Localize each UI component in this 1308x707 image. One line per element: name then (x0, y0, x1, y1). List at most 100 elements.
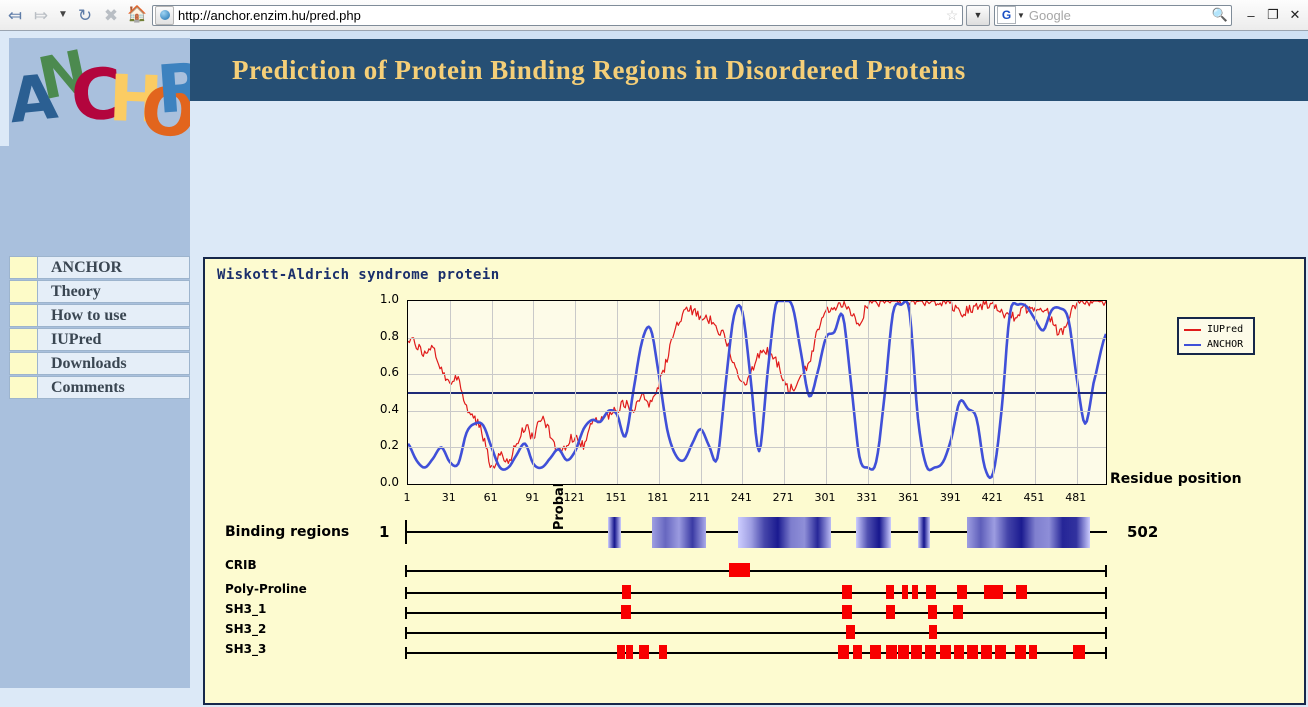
y-axis-tick: 0.0 (379, 475, 399, 489)
motif-label: CRIB (225, 558, 257, 572)
maximize-button[interactable]: ❐ (1262, 7, 1284, 23)
motif-mark (952, 605, 963, 619)
binding-start-position: 1 (379, 523, 390, 541)
sidebar-bullet-icon (10, 305, 38, 326)
legend-label: IUPred (1207, 324, 1244, 335)
threshold-line (408, 391, 1106, 394)
x-axis-tick: 301 (814, 491, 836, 504)
motif-track (405, 563, 1107, 577)
sidebar-item-label: Comments (51, 378, 125, 396)
grid-line-v (491, 301, 493, 484)
back-arrow-icon[interactable]: ⤆ (2, 2, 28, 28)
grid-line-v (784, 301, 786, 484)
url-text: http://anchor.enzim.hu/pred.php (178, 7, 361, 23)
motif-track-start-tick (405, 647, 407, 659)
sidebar-item-comments[interactable]: Comments (9, 376, 190, 399)
history-dropdown-icon[interactable]: ▼ (54, 2, 72, 28)
sidebar-item-label: ANCHOR (51, 258, 123, 276)
sidebar-item-anchor[interactable]: ANCHOR (9, 256, 190, 279)
x-axis-tick: 61 (483, 491, 498, 504)
home-icon[interactable]: 🏠 (124, 2, 150, 28)
minimize-button[interactable]: – (1240, 8, 1262, 23)
motif-track-end-tick (1105, 565, 1107, 577)
motif-mark (940, 645, 952, 659)
motif-mark (1028, 645, 1037, 659)
motif-mark (885, 605, 896, 619)
legend-item-anchor: ANCHOR (1184, 337, 1253, 352)
x-axis-tick: 31 (441, 491, 456, 504)
motif-mark (1015, 585, 1028, 599)
motif-mark (910, 645, 923, 659)
grid-line-h (408, 447, 1106, 449)
sidebar-item-how-to-use[interactable]: How to use (9, 304, 190, 327)
close-button[interactable]: ✕ (1284, 7, 1306, 23)
grid-line-v (742, 301, 744, 484)
motif-mark (926, 585, 937, 599)
magnifier-icon[interactable]: 🔍 (1209, 7, 1231, 23)
grid-line-v (909, 301, 911, 484)
chart-legend: IUPred ANCHOR (1177, 317, 1255, 355)
chevron-down-icon[interactable]: ▼ (966, 4, 990, 26)
x-axis-tick: 91 (525, 491, 540, 504)
motif-mark (902, 585, 909, 599)
motif-track (405, 645, 1107, 659)
y-axis-tick: 0.4 (379, 401, 399, 416)
x-axis-tick: 451 (1023, 491, 1045, 504)
forward-arrow-icon[interactable]: ⤇ (28, 2, 54, 28)
sidebar-item-label: Theory (51, 282, 101, 300)
motif-mark (929, 625, 938, 639)
motif-mark (927, 605, 938, 619)
motif-track-end-tick (1105, 587, 1107, 599)
motif-mark (980, 645, 993, 659)
motif-track-end-tick (1105, 627, 1107, 639)
site-logo[interactable]: ANCHOR (0, 31, 190, 146)
plot-canvas (407, 300, 1107, 485)
x-axis-tick: 241 (730, 491, 752, 504)
sidebar-item-theory[interactable]: Theory (9, 280, 190, 303)
motif-mark (924, 645, 937, 659)
sidebar-bullet-icon (10, 329, 38, 350)
binding-regions-row: Binding regions 1 502 (205, 514, 1308, 554)
motif-mark (622, 585, 631, 599)
motif-track-start-tick (405, 587, 407, 599)
logo-image: ANCHOR (9, 38, 190, 146)
motif-label: SH3_2 (225, 622, 267, 636)
grid-line-v (1034, 301, 1036, 484)
x-axis-tick: 181 (647, 491, 669, 504)
motif-row: SH3_1 (205, 601, 1308, 621)
address-bar[interactable]: http://anchor.enzim.hu/pred.php ☆ (152, 4, 963, 26)
motif-track-end-tick (1105, 607, 1107, 619)
stop-icon[interactable]: ✖ (98, 2, 124, 28)
binding-end-position: 502 (1127, 523, 1159, 541)
sidebar-bullet-icon (10, 281, 38, 302)
motif-rows: CRIB Poly-Proline SH3_1 SH3_2 SH3_3 (205, 558, 1308, 661)
search-box[interactable]: G ▼ Google 🔍 (994, 4, 1232, 26)
motif-mark (966, 645, 979, 659)
motif-mark (846, 625, 855, 639)
sidebar-item-iupred[interactable]: IUPred (9, 328, 190, 351)
binding-regions-label: Binding regions (225, 524, 350, 540)
motif-mark (853, 645, 862, 659)
grid-line-h (408, 374, 1106, 376)
binding-regions-track (405, 514, 1107, 550)
binding-region-segment (966, 517, 1091, 548)
sidebar-item-downloads[interactable]: Downloads (9, 352, 190, 375)
motif-mark (842, 605, 852, 619)
motif-mark (837, 645, 850, 659)
reload-icon[interactable]: ↻ (72, 2, 98, 28)
browser-toolbar: ⤆ ⤇ ▼ ↻ ✖ 🏠 http://anchor.enzim.hu/pred.… (0, 0, 1308, 31)
motif-track-end-tick (1105, 647, 1107, 659)
grid-line-v (616, 301, 618, 484)
motif-mark (957, 585, 967, 599)
search-input[interactable]: Google (1029, 8, 1209, 23)
star-icon[interactable]: ☆ (942, 7, 962, 24)
legend-swatch-icon (1184, 328, 1201, 331)
grid-line-h (408, 410, 1106, 412)
motif-track-start-tick (405, 607, 407, 619)
motif-mark (994, 645, 1007, 659)
search-engine-letter: G (1001, 8, 1012, 22)
search-engine-chevron-icon[interactable]: ▼ (1017, 11, 1025, 20)
grid-line-v (1076, 301, 1078, 484)
sidebar: ANCHOR Theory How to use IUPred Downloads Com… (0, 146, 190, 688)
motif-row: SH3_2 (205, 621, 1308, 641)
